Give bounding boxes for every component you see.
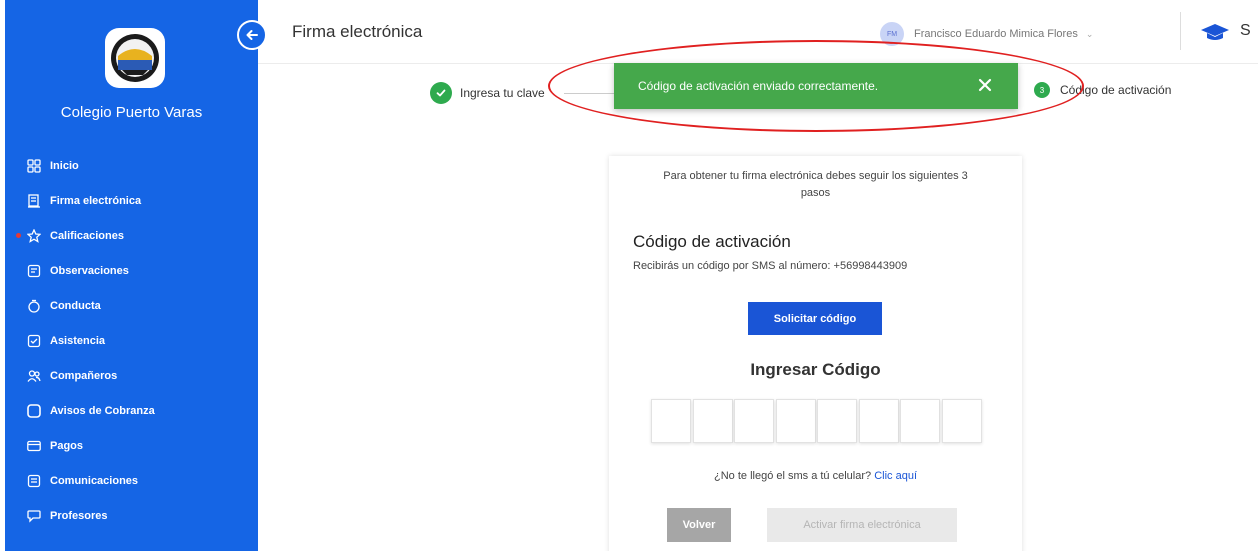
sidebar-item-firma-electronica[interactable]: Firma electrónica: [5, 183, 258, 218]
sidebar-item-inicio[interactable]: Inicio: [5, 148, 258, 183]
square-icon: [27, 403, 41, 418]
sidebar-item-asistencia[interactable]: Asistencia: [5, 323, 258, 358]
code-digit-input[interactable]: [900, 399, 940, 443]
school-name: Colegio Puerto Varas: [60, 104, 203, 121]
graduation-cap-icon[interactable]: [1200, 22, 1230, 42]
request-code-button[interactable]: Solicitar código: [748, 302, 882, 335]
code-digit-input[interactable]: [817, 399, 857, 443]
sidebar-item-comunicaciones[interactable]: Comunicaciones: [5, 463, 258, 498]
chat-bubble-icon: [27, 509, 41, 523]
header-divider: [1180, 12, 1181, 50]
user-menu[interactable]: FM Francisco Eduardo Mimica Flores ⌄: [880, 22, 1093, 46]
toast-message: Código de activación enviado correctamen…: [638, 79, 879, 93]
sidebar-item-label: Observaciones: [50, 264, 129, 277]
message-icon: [27, 474, 41, 488]
card-icon: [27, 439, 41, 453]
sidebar-item-label: Pagos: [50, 439, 84, 452]
sidebar-item-label: Avisos de Cobranza: [50, 404, 155, 417]
back-button[interactable]: Volver: [667, 508, 731, 542]
success-toast: Código de activación enviado correctamen…: [614, 63, 1018, 109]
sidebar-item-label: Conducta: [50, 299, 101, 312]
code-digit-input[interactable]: [941, 399, 982, 443]
stopwatch-icon: [27, 299, 41, 313]
top-header: Firma electrónica FM Francisco Eduardo M…: [258, 0, 1258, 64]
school-logo: [105, 28, 165, 88]
sidebar-item-label: Inicio: [50, 159, 79, 172]
step-codigo-activacion: 3 Código de activación: [1034, 82, 1171, 98]
card-title: Código de activación: [633, 232, 791, 251]
star-icon: [27, 228, 41, 243]
sidebar: Colegio Puerto Varas Inicio Firma electr…: [5, 0, 258, 551]
check-icon: [430, 82, 452, 104]
code-digit-input[interactable]: [775, 399, 816, 443]
resend-row: ¿No te llegó el sms a tú celular? Clic a…: [609, 470, 1022, 482]
sidebar-item-pagos[interactable]: Pagos: [5, 428, 258, 463]
avatar: FM: [880, 22, 904, 46]
code-digit-input[interactable]: [858, 399, 899, 443]
sidebar-item-avisos-de-cobranza[interactable]: Avisos de Cobranza: [5, 393, 258, 428]
collapse-sidebar-button[interactable]: [237, 20, 267, 50]
sidebar-item-label: Profesores: [50, 509, 108, 522]
sidebar-item-label: Calificaciones: [50, 229, 124, 242]
sidebar-item-label: Asistencia: [50, 334, 106, 347]
sidebar-item-label: Firma electrónica: [50, 194, 142, 207]
user-name: Francisco Eduardo Mimica Flores: [914, 28, 1078, 40]
step-label: Código de activación: [1060, 83, 1172, 97]
code-digit-input[interactable]: [734, 399, 774, 443]
sidebar-item-calificaciones[interactable]: Calificaciones: [5, 218, 258, 253]
document-sign-icon: [27, 193, 41, 208]
sidebar-item-label: Comunicaciones: [50, 474, 139, 487]
school-crest-icon: [111, 34, 159, 82]
step-label: Ingresa tu clave: [460, 86, 545, 100]
checkbox-icon: [27, 334, 41, 348]
chevron-down-icon: ⌄: [1085, 28, 1094, 39]
resend-text: ¿No te llegó el sms a tú celular?: [714, 470, 872, 482]
enter-code-title: Ingresar Código: [750, 360, 881, 379]
course-label: S: [1240, 22, 1251, 39]
activate-signature-button[interactable]: Activar firma electrónica: [767, 508, 957, 542]
code-digit-input[interactable]: [692, 399, 733, 443]
arrow-left-icon: [246, 30, 258, 40]
note-icon: [27, 264, 41, 278]
sidebar-item-conducta[interactable]: Conducta: [5, 288, 258, 323]
step-ingresa-clave: Ingresa tu clave: [430, 82, 545, 104]
notification-dot: [16, 233, 21, 238]
step-number: 3: [1034, 82, 1050, 98]
code-digit-input[interactable]: [651, 399, 691, 443]
resend-link[interactable]: Clic aquí: [874, 470, 917, 482]
activation-card: Para obtener tu firma electrónica debes …: [609, 156, 1022, 551]
code-input-group: [651, 399, 983, 443]
app-root: Colegio Puerto Varas Inicio Firma electr…: [0, 0, 1258, 551]
intro-text: Para obtener tu firma electrónica debes …: [663, 170, 968, 199]
sidebar-item-profesores[interactable]: Profesores: [5, 498, 258, 533]
sidebar-item-observaciones[interactable]: Observaciones: [5, 253, 258, 288]
people-icon: [27, 369, 41, 383]
sidebar-menu: Inicio Firma electrónica Calificaciones: [5, 148, 258, 533]
sms-note: Recibirás un código por SMS al número: +…: [633, 260, 908, 272]
page-title: Firma electrónica: [292, 22, 423, 41]
sidebar-item-label: Compañeros: [50, 369, 118, 382]
grid-icon: [27, 158, 41, 173]
sidebar-item-companeros[interactable]: Compañeros: [5, 358, 258, 393]
close-icon[interactable]: [974, 74, 996, 96]
